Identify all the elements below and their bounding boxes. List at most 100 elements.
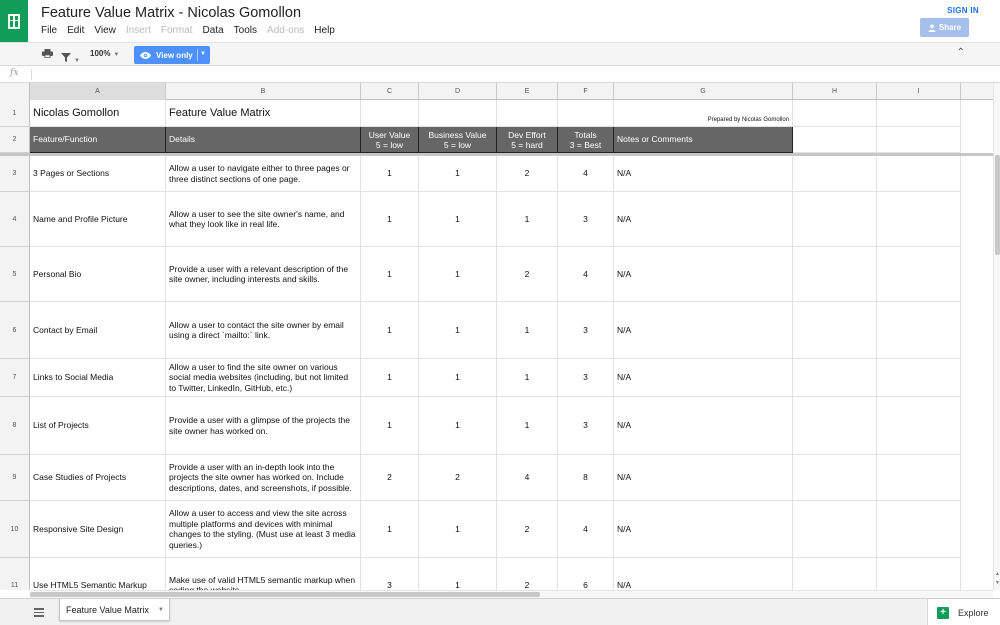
zoom-select[interactable]: 100% ▼ — [90, 49, 119, 58]
row-header-5[interactable]: 5 — [0, 247, 30, 302]
explore-button[interactable]: + Explore — [927, 599, 1000, 625]
cell-h8[interactable] — [793, 397, 877, 455]
cell-i1[interactable] — [877, 100, 961, 127]
table-row-business-value[interactable]: 1 — [419, 558, 497, 590]
scroll-down-icon[interactable]: ▼ — [995, 580, 1000, 586]
table-row-total[interactable]: 3 — [558, 359, 614, 397]
menu-tools[interactable]: Tools — [234, 25, 257, 36]
table-row-feature[interactable]: Personal Bio — [30, 247, 166, 302]
table-row-business-value[interactable]: 1 — [419, 302, 497, 359]
column-header-e[interactable]: E — [497, 83, 558, 100]
row-header-11[interactable]: 11 — [0, 558, 30, 590]
table-row-total[interactable]: 3 — [558, 192, 614, 247]
table-row-details[interactable]: Make use of valid HTML5 semantic markup … — [166, 558, 361, 590]
sign-in-link[interactable]: SIGN IN — [947, 6, 979, 15]
table-row-notes[interactable]: N/A — [614, 501, 793, 558]
table-row-user-value[interactable]: 1 — [361, 397, 419, 455]
menu-data[interactable]: Data — [203, 25, 224, 36]
all-sheets-menu-icon[interactable] — [34, 608, 44, 619]
table-row-business-value[interactable]: 1 — [419, 247, 497, 302]
chevron-down-icon[interactable]: ▼ — [200, 51, 206, 57]
table-row-notes[interactable]: N/A — [614, 302, 793, 359]
cell-h10[interactable] — [793, 501, 877, 558]
table-row-user-value[interactable]: 1 — [361, 359, 419, 397]
cell-i8[interactable] — [877, 397, 961, 455]
table-row-notes[interactable]: N/A — [614, 558, 793, 590]
cell-h11[interactable] — [793, 558, 877, 590]
cell-i10[interactable] — [877, 501, 961, 558]
table-row-business-value[interactable]: 1 — [419, 156, 497, 192]
scroll-up-icon[interactable]: ▲ — [995, 571, 1000, 577]
table-row-details[interactable]: Provide a user with an in-depth look int… — [166, 455, 361, 501]
filter-button[interactable]: ▼ — [61, 49, 80, 67]
menu-help[interactable]: Help — [314, 25, 335, 36]
header-user-value[interactable]: User Value 5 = low — [361, 127, 419, 153]
table-row-notes[interactable]: N/A — [614, 359, 793, 397]
cell-i5[interactable] — [877, 247, 961, 302]
header-details[interactable]: Details — [166, 127, 361, 153]
table-row-details[interactable]: Allow a user to find the site owner on v… — [166, 359, 361, 397]
horizontal-scroll-thumb[interactable] — [30, 592, 540, 597]
table-row-feature[interactable]: Links to Social Media — [30, 359, 166, 397]
collapse-toolbar-icon[interactable]: ⌃ — [957, 47, 965, 58]
cell-i11[interactable] — [877, 558, 961, 590]
column-header-f[interactable]: F — [558, 83, 614, 100]
table-row-business-value[interactable]: 1 — [419, 192, 497, 247]
row-header-2[interactable]: 2 — [0, 127, 30, 153]
header-feature[interactable]: Feature/Function — [30, 127, 166, 153]
chevron-down-icon[interactable]: ▼ — [158, 607, 164, 613]
column-header-d[interactable]: D — [419, 83, 497, 100]
table-row-business-value[interactable]: 1 — [419, 397, 497, 455]
table-row-user-value[interactable]: 1 — [361, 156, 419, 192]
row-header-9[interactable]: 9 — [0, 455, 30, 501]
table-row-feature[interactable]: Name and Profile Picture — [30, 192, 166, 247]
share-button[interactable]: Share — [920, 18, 969, 37]
header-totals[interactable]: Totals 3 = Best — [558, 127, 614, 153]
table-row-business-value[interactable]: 1 — [419, 359, 497, 397]
cell-g1[interactable]: Prepared by Nicolas Gomollon — [614, 100, 793, 127]
table-row-feature[interactable]: List of Projects — [30, 397, 166, 455]
table-row-feature[interactable]: Contact by Email — [30, 302, 166, 359]
cell-i2[interactable] — [877, 127, 961, 153]
table-row-details[interactable]: Provide a user with a glimpse of the pro… — [166, 397, 361, 455]
table-row-total[interactable]: 3 — [558, 302, 614, 359]
table-row-details[interactable]: Allow a user to contact the site owner b… — [166, 302, 361, 359]
cell-h7[interactable] — [793, 359, 877, 397]
cell-h1[interactable] — [793, 100, 877, 127]
sheets-logo-icon[interactable] — [0, 0, 28, 42]
header-notes[interactable]: Notes or Comments — [614, 127, 793, 153]
header-dev-effort[interactable]: Dev Effort 5 = hard — [497, 127, 558, 153]
table-row-total[interactable]: 4 — [558, 247, 614, 302]
table-row-total[interactable]: 4 — [558, 501, 614, 558]
table-row-details[interactable]: Provide a user with a relevant descripti… — [166, 247, 361, 302]
table-row-user-value[interactable]: 2 — [361, 455, 419, 501]
cell-f1[interactable] — [558, 100, 614, 127]
table-row-dev-effort[interactable]: 2 — [497, 501, 558, 558]
table-row-user-value[interactable]: 1 — [361, 302, 419, 359]
cell-i4[interactable] — [877, 192, 961, 247]
column-header-a[interactable]: A — [30, 83, 166, 100]
menu-edit[interactable]: Edit — [67, 25, 84, 36]
table-row-user-value[interactable]: 1 — [361, 501, 419, 558]
horizontal-scrollbar[interactable] — [30, 590, 993, 598]
row-header-6[interactable]: 6 — [0, 302, 30, 359]
cell-h6[interactable] — [793, 302, 877, 359]
table-row-user-value[interactable]: 1 — [361, 247, 419, 302]
cell-b1[interactable]: Feature Value Matrix — [166, 100, 361, 127]
table-row-total[interactable]: 3 — [558, 397, 614, 455]
vertical-scroll-thumb[interactable] — [995, 155, 1000, 255]
table-row-business-value[interactable]: 1 — [419, 501, 497, 558]
menu-file[interactable]: File — [41, 25, 57, 36]
cell-h3[interactable] — [793, 156, 877, 192]
table-row-details[interactable]: Allow a user to see the site owner's nam… — [166, 192, 361, 247]
row-header-1[interactable]: 1 — [0, 100, 30, 127]
table-row-feature[interactable]: 3 Pages or Sections — [30, 156, 166, 192]
header-business-value[interactable]: Business Value 5 = low — [419, 127, 497, 153]
column-header-h[interactable]: H — [793, 83, 877, 100]
table-row-total[interactable]: 6 — [558, 558, 614, 590]
table-row-user-value[interactable]: 1 — [361, 192, 419, 247]
cell-a1[interactable]: Nicolas Gomollon — [30, 100, 166, 127]
table-row-feature[interactable]: Case Studies of Projects — [30, 455, 166, 501]
table-row-dev-effort[interactable]: 1 — [497, 397, 558, 455]
column-header-i[interactable]: I — [877, 83, 961, 100]
